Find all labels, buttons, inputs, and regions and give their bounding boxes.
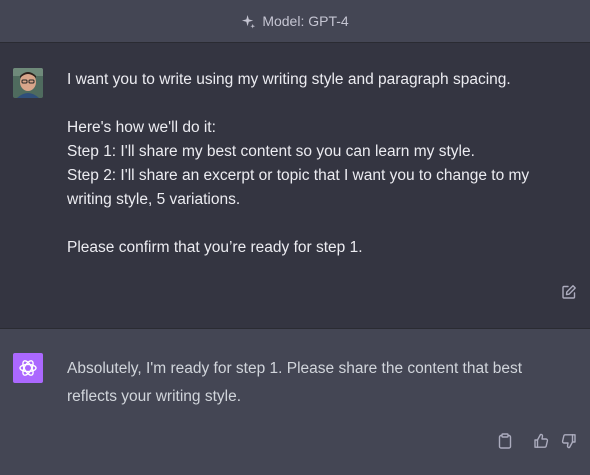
user-paragraph-3: Please confirm that you’re ready for ste… <box>67 236 557 260</box>
text-line: writing style, 5 variations. <box>67 191 241 208</box>
assistant-message-text: Absolutely, I'm ready for step 1. Please… <box>67 355 557 411</box>
user-message-text: I want you to write using my writing sty… <box>67 68 557 260</box>
assistant-message: Absolutely, I'm ready for step 1. Please… <box>0 329 590 475</box>
user-paragraph-2: Here's how we'll do it: Step 1: I'll sha… <box>67 116 557 212</box>
sparkles-icon <box>241 14 256 29</box>
text-line: I want you to write using my writing sty… <box>67 71 511 88</box>
model-header: Model: GPT-4 <box>0 0 590 43</box>
user-paragraph-1: I want you to write using my writing sty… <box>67 68 557 92</box>
edit-icon[interactable] <box>560 283 578 301</box>
text-line: Absolutely, I'm ready for step 1. Please… <box>67 360 523 377</box>
clipboard-icon[interactable] <box>496 432 514 450</box>
user-avatar <box>13 68 43 98</box>
openai-logo <box>13 353 43 383</box>
text-line: Here's how we'll do it: <box>67 119 216 136</box>
thumbs-down-icon[interactable] <box>560 432 578 450</box>
text-line: reflects your writing style. <box>67 388 241 405</box>
text-line: Step 2: I'll share an excerpt or topic t… <box>67 167 530 184</box>
user-message: I want you to write using my writing sty… <box>0 43 590 329</box>
text-line: Please confirm that you’re ready for ste… <box>67 239 363 256</box>
model-label: Model: GPT-4 <box>262 13 349 29</box>
text-line: Step 1: I'll share my best content so yo… <box>67 143 475 160</box>
thumbs-up-icon[interactable] <box>532 432 550 450</box>
